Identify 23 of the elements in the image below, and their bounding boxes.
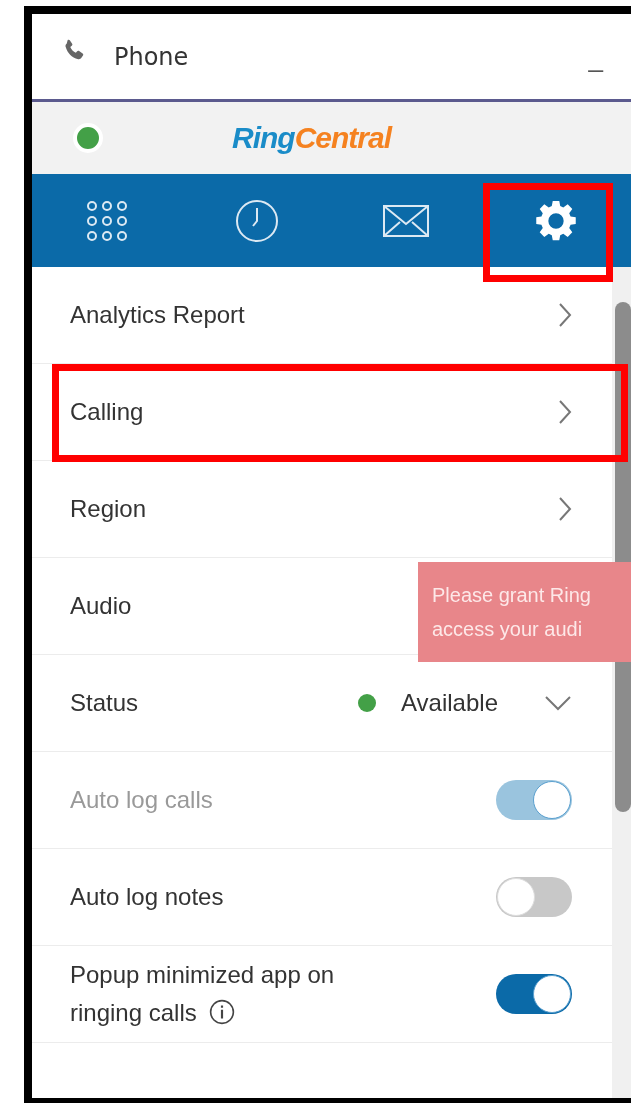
envelope-icon — [383, 204, 430, 237]
chevron-down-icon[interactable] — [544, 695, 572, 711]
status-value[interactable]: Available — [401, 689, 498, 717]
setting-label: Auto log calls — [70, 785, 213, 815]
window-title: Phone — [114, 42, 189, 71]
logo: RingCentral — [232, 121, 391, 155]
toast-message: Please grant Ring access your audi — [418, 562, 631, 662]
setting-label: Auto log notes — [70, 882, 224, 912]
setting-label: Region — [70, 494, 147, 524]
minimize-button[interactable]: _ — [584, 43, 607, 74]
setting-label: Calling — [70, 397, 144, 427]
clock-icon — [234, 198, 279, 243]
setting-label: Status — [70, 688, 139, 718]
setting-label: Analytics Report — [70, 300, 245, 330]
toggle-switch[interactable] — [496, 974, 572, 1014]
info-icon — [208, 999, 235, 1025]
setting-label: Popup minimized app on ringing calls — [70, 960, 336, 1028]
chevron-right-icon[interactable] — [558, 399, 572, 425]
chevron-right-icon[interactable] — [558, 496, 572, 522]
dialpad-icon — [85, 199, 128, 242]
chevron-right-icon[interactable] — [558, 302, 572, 328]
toggle-switch[interactable] — [496, 877, 572, 917]
setting-label: Audio — [70, 591, 132, 621]
